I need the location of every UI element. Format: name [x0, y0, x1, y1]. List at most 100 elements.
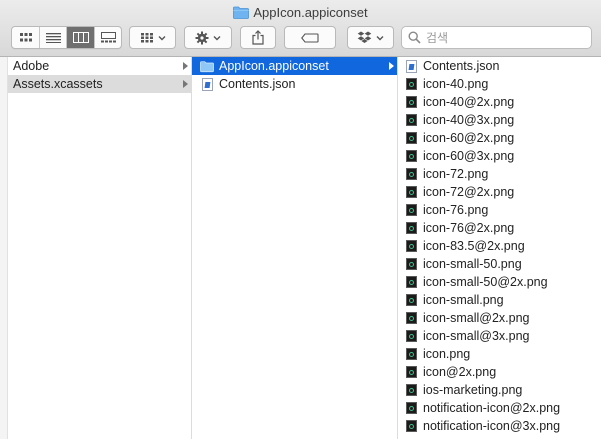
action-button[interactable] [184, 26, 232, 49]
browser-column-2: AppIcon.appiconset Contents.json [192, 57, 398, 439]
list-item-adobe[interactable]: Adobe [8, 57, 191, 75]
file-list-item[interactable]: icon-60@2x.png [398, 129, 601, 147]
dropbox-button[interactable] [347, 26, 394, 49]
file-list-item[interactable]: notification-icon@3x.png [398, 417, 601, 435]
png-file-icon [404, 329, 418, 343]
png-file-icon [404, 347, 418, 361]
file-name: Contents.json [423, 59, 500, 73]
chevron-down-icon [213, 35, 221, 40]
file-list-item[interactable]: icon-76.png [398, 201, 601, 219]
file-list-item[interactable]: icon@2x.png [398, 363, 601, 381]
list-item-contents-json[interactable]: Contents.json [192, 75, 397, 93]
file-name: icon-76@2x.png [423, 221, 515, 235]
item-label: Assets.xcassets [13, 77, 103, 91]
file-name: icon-small-50@2x.png [423, 275, 548, 289]
png-file-icon [404, 221, 418, 235]
png-file-icon [404, 293, 418, 307]
search-field[interactable] [401, 26, 592, 49]
file-list-item[interactable]: icon-60@3x.png [398, 147, 601, 165]
window-title: AppIcon.appiconset [253, 5, 368, 20]
file-name: icon-small@2x.png [423, 311, 530, 325]
png-file-icon [404, 257, 418, 271]
icon-view-button[interactable] [12, 27, 40, 48]
file-list-item[interactable]: icon-small@2x.png [398, 309, 601, 327]
dropbox-icon [357, 31, 372, 43]
window-title-area: AppIcon.appiconset [0, 5, 601, 22]
item-label: Adobe [13, 59, 50, 73]
group-grid-icon [140, 33, 153, 43]
gallery-view-icon [100, 32, 116, 43]
group-button[interactable] [129, 26, 176, 49]
file-list-item[interactable]: icon-small@3x.png [398, 327, 601, 345]
list-item-assets-xcassets[interactable]: Assets.xcassets [8, 75, 191, 93]
png-file-icon [404, 401, 418, 415]
search-icon [408, 31, 421, 44]
png-file-icon [404, 95, 418, 109]
file-name: icon@2x.png [423, 365, 497, 379]
file-list-item[interactable]: Contents.json [398, 57, 601, 75]
list-view-icon [45, 33, 61, 43]
file-list-item[interactable]: icon-small-50@2x.png [398, 273, 601, 291]
json-file-icon [404, 59, 418, 73]
file-name: icon-small-50.png [423, 257, 522, 271]
sidebar-edge [0, 57, 8, 439]
list-item-appicon-appiconset[interactable]: AppIcon.appiconset [192, 57, 397, 75]
file-name: icon-40@3x.png [423, 113, 515, 127]
file-name: icon-76.png [423, 203, 489, 217]
column-view-button[interactable] [67, 27, 95, 48]
png-file-icon [404, 203, 418, 217]
disclosure-arrow-icon [183, 80, 188, 88]
file-name: icon-small.png [423, 293, 504, 307]
item-label: Contents.json [219, 77, 296, 91]
png-file-icon [404, 77, 418, 91]
file-list-item[interactable]: icon-small-50.png [398, 255, 601, 273]
file-name: icon.png [423, 347, 471, 361]
png-file-icon [404, 131, 418, 145]
json-file-icon [200, 77, 214, 91]
gallery-view-button[interactable] [95, 27, 121, 48]
file-list-item[interactable]: icon.png [398, 345, 601, 363]
file-name: icon-small@3x.png [423, 329, 530, 343]
file-name: icon-40@2x.png [423, 95, 515, 109]
png-file-icon [404, 149, 418, 163]
file-name: notification-icon@3x.png [423, 419, 561, 433]
file-list-item[interactable]: icon-40@2x.png [398, 93, 601, 111]
tag-button[interactable] [284, 26, 336, 49]
file-list-item[interactable]: icon-40.png [398, 75, 601, 93]
file-list-item[interactable]: notification-icon@2x.png [398, 399, 601, 417]
file-list-item[interactable]: icon-40@3x.png [398, 111, 601, 129]
png-file-icon [404, 113, 418, 127]
share-icon [252, 30, 264, 45]
file-list-item[interactable]: icon-72.png [398, 165, 601, 183]
file-name: ios-marketing.png [423, 383, 523, 397]
png-file-icon [404, 311, 418, 325]
list-view-button[interactable] [40, 27, 67, 48]
browser-column-1: Adobe Assets.xcassets [8, 57, 192, 439]
gear-icon [195, 31, 209, 44]
file-name: notification-icon@2x.png [423, 401, 561, 415]
folder-icon [200, 59, 214, 73]
icon-view-icon [19, 33, 32, 42]
disclosure-arrow-icon [389, 62, 394, 70]
png-file-icon [404, 239, 418, 253]
share-button[interactable] [240, 26, 276, 49]
file-list-item[interactable]: icon-76@2x.png [398, 219, 601, 237]
search-input[interactable] [426, 30, 586, 45]
png-file-icon [404, 275, 418, 289]
file-list-item[interactable]: icon-small.png [398, 291, 601, 309]
file-name: icon-72@2x.png [423, 185, 515, 199]
png-file-icon [404, 419, 418, 433]
file-list-item[interactable]: icon-72@2x.png [398, 183, 601, 201]
file-name: icon-83.5@2x.png [423, 239, 525, 253]
tag-icon [301, 32, 319, 43]
file-name: icon-40.png [423, 77, 489, 91]
file-name: icon-60@3x.png [423, 149, 515, 163]
png-file-icon [404, 185, 418, 199]
file-name: icon-72.png [423, 167, 489, 181]
png-file-icon [404, 365, 418, 379]
view-mode-control [11, 26, 122, 49]
window-toolbar: AppIcon.appiconset [0, 0, 601, 57]
file-list-item[interactable]: ios-marketing.png [398, 381, 601, 399]
item-label: AppIcon.appiconset [219, 59, 329, 73]
file-list-item[interactable]: icon-83.5@2x.png [398, 237, 601, 255]
